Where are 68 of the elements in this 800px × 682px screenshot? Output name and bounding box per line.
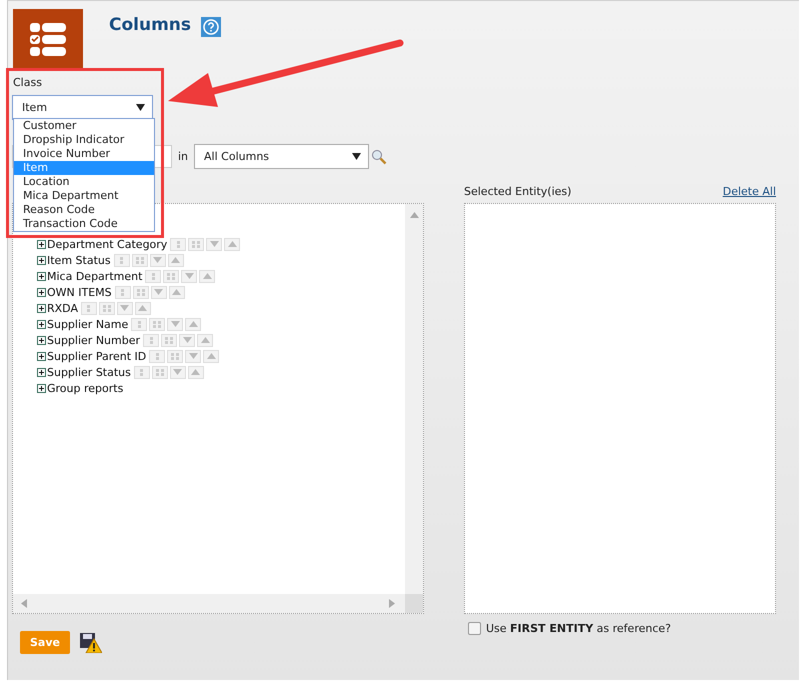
in-label: in <box>178 150 188 163</box>
move-down-icon[interactable] <box>116 302 133 314</box>
reference-checkbox[interactable] <box>468 622 481 635</box>
expand-icon[interactable] <box>37 336 46 344</box>
horizontal-scrollbar[interactable] <box>13 594 405 613</box>
move-down-icon[interactable] <box>150 254 166 266</box>
move-up-icon[interactable] <box>188 366 204 378</box>
move-up-icon[interactable] <box>168 286 185 298</box>
tree-item[interactable]: Mica Department <box>47 270 142 282</box>
delete-all-link[interactable]: Delete All <box>722 184 776 198</box>
expand-icon[interactable] <box>37 304 46 312</box>
column-scope-select[interactable]: All Columns <box>194 144 370 169</box>
tree-item[interactable]: Department Category <box>47 238 168 250</box>
move-up-icon[interactable] <box>199 270 216 282</box>
scroll-up-icon[interactable] <box>410 212 418 218</box>
tree-item[interactable]: Group reports <box>47 382 124 394</box>
expand-icon[interactable] <box>37 272 46 280</box>
expand-icon[interactable] <box>37 352 46 360</box>
help-icon[interactable] <box>201 17 222 37</box>
expand-icon[interactable] <box>37 240 46 248</box>
move-down-icon[interactable] <box>185 350 202 362</box>
grid-dots-icon[interactable] <box>132 254 148 266</box>
page-title: Columns <box>109 15 192 35</box>
tree-item[interactable]: Item Status <box>47 254 111 266</box>
dropdown-caret-icon <box>352 153 362 160</box>
move-down-icon[interactable] <box>179 334 196 346</box>
grid-dots-icon[interactable] <box>132 286 149 298</box>
expand-icon[interactable] <box>37 384 46 392</box>
grid-dots-icon[interactable] <box>163 270 180 282</box>
tree-item[interactable]: Supplier Status <box>47 366 131 378</box>
move-down-icon[interactable] <box>150 286 167 298</box>
checklist-icon <box>30 23 66 57</box>
grid-dots-icon[interactable] <box>152 366 168 378</box>
expand-icon[interactable] <box>37 368 46 376</box>
move-down-icon[interactable] <box>167 318 184 330</box>
vertical-scrollbar[interactable] <box>405 204 423 594</box>
grid-dots-icon[interactable] <box>167 350 184 362</box>
move-up-icon[interactable] <box>203 350 220 362</box>
selected-entities-label: Selected Entity(ies) <box>464 184 572 198</box>
expand-icon[interactable] <box>37 256 46 264</box>
move-up-icon[interactable] <box>197 334 214 346</box>
move-down-icon[interactable] <box>181 270 198 282</box>
class-select[interactable]: Item <box>12 95 153 120</box>
tree-item[interactable]: Supplier Parent ID <box>47 350 146 362</box>
tree-item[interactable]: Supplier Name <box>47 318 128 330</box>
grid-dots-icon[interactable] <box>149 318 166 330</box>
tree-item[interactable]: OWN ITEMS <box>47 286 112 298</box>
dropdown-caret-icon <box>136 104 145 111</box>
move-down-icon[interactable] <box>206 238 222 250</box>
move-up-icon[interactable] <box>134 302 151 314</box>
grid-dots-icon[interactable] <box>161 334 178 346</box>
search-icon[interactable] <box>371 148 388 164</box>
move-up-icon[interactable] <box>185 318 202 330</box>
class-label: Class <box>13 76 43 89</box>
expand-icon[interactable] <box>37 288 46 296</box>
scroll-left-icon[interactable] <box>21 599 27 608</box>
reference-option-label: Use FIRST ENTITY as reference? <box>486 622 671 635</box>
grid-dots-icon[interactable] <box>98 302 115 314</box>
grid-dots-icon[interactable] <box>188 238 204 250</box>
tree-item[interactable]: Supplier Number <box>47 334 140 346</box>
scroll-right-icon[interactable] <box>389 599 395 608</box>
move-up-icon[interactable] <box>224 238 240 250</box>
tree-item[interactable]: RXDA <box>47 302 78 314</box>
expand-icon[interactable] <box>37 320 46 328</box>
move-up-icon[interactable] <box>168 254 184 266</box>
move-down-icon[interactable] <box>170 366 186 378</box>
scrollbar-corner <box>405 594 423 613</box>
save-warning-icon[interactable] <box>80 632 102 652</box>
